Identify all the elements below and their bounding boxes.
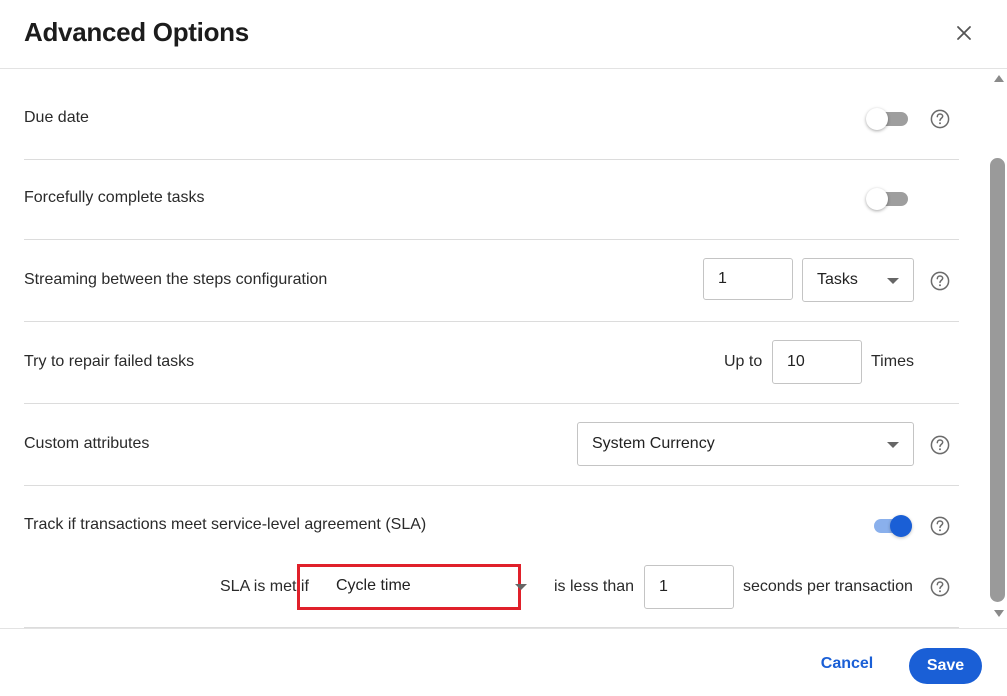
sla-metric-select[interactable]: Cycle time xyxy=(322,566,541,608)
scroll-thumb[interactable] xyxy=(990,158,1005,602)
chevron-down-icon xyxy=(887,442,899,448)
help-icon[interactable] xyxy=(930,435,950,455)
sla-unit: seconds per transaction xyxy=(743,578,913,595)
chevron-down-icon xyxy=(887,278,899,284)
repair-prefix: Up to xyxy=(724,353,763,370)
scroll-up-icon[interactable] xyxy=(994,75,1004,82)
custom-attributes-select[interactable]: System Currency xyxy=(577,422,914,466)
help-icon[interactable] xyxy=(930,577,950,597)
help-icon[interactable] xyxy=(930,271,950,291)
due-date-toggle[interactable] xyxy=(866,107,910,131)
help-icon[interactable] xyxy=(930,109,950,129)
sla-condition-prefix: SLA is met if xyxy=(220,578,309,595)
sla-threshold-input[interactable]: 1 xyxy=(644,565,734,609)
force-complete-toggle[interactable] xyxy=(866,187,910,211)
save-button[interactable]: Save xyxy=(909,648,982,684)
close-icon[interactable] xyxy=(951,20,977,46)
vertical-scrollbar[interactable] xyxy=(990,69,1007,628)
help-icon[interactable] xyxy=(930,516,950,536)
due-date-label: Due date xyxy=(24,109,89,126)
chevron-down-icon xyxy=(515,584,527,590)
sla-comparator: is less than xyxy=(554,578,635,595)
row-streaming: Streaming between the steps configuratio… xyxy=(24,240,959,322)
custom-attributes-label: Custom attributes xyxy=(24,435,150,452)
streaming-count-input[interactable]: 1 xyxy=(703,258,793,300)
custom-attributes-value: System Currency xyxy=(592,435,715,452)
dialog-header: Advanced Options xyxy=(0,0,1007,69)
sla-metric-value: Cycle time xyxy=(336,577,411,594)
row-due-date: Due date xyxy=(24,69,959,160)
options-list: Due date Forcefully complete tasks Strea… xyxy=(0,69,990,628)
row-sla: Track if transactions meet service-level… xyxy=(24,486,959,628)
streaming-label: Streaming between the steps configuratio… xyxy=(24,271,328,288)
row-force-complete: Forcefully complete tasks xyxy=(24,159,959,240)
repair-label: Try to repair failed tasks xyxy=(24,353,195,370)
force-complete-label: Forcefully complete tasks xyxy=(24,189,205,206)
dialog-footer: Cancel Save xyxy=(0,628,1007,696)
repair-count-input[interactable]: 10 xyxy=(772,340,862,384)
dialog-title: Advanced Options xyxy=(24,17,249,47)
cancel-button[interactable]: Cancel xyxy=(808,655,886,673)
streaming-unit-select[interactable]: Tasks xyxy=(802,258,914,302)
scroll-down-icon[interactable] xyxy=(994,610,1004,617)
sla-label: Track if transactions meet service-level… xyxy=(24,516,427,533)
row-custom-attributes: Custom attributes System Currency xyxy=(24,404,959,486)
repair-suffix: Times xyxy=(871,353,914,370)
streaming-unit-value: Tasks xyxy=(817,271,858,288)
sla-toggle[interactable] xyxy=(870,514,914,538)
row-repair: Try to repair failed tasks Up to 10 Time… xyxy=(24,322,959,404)
